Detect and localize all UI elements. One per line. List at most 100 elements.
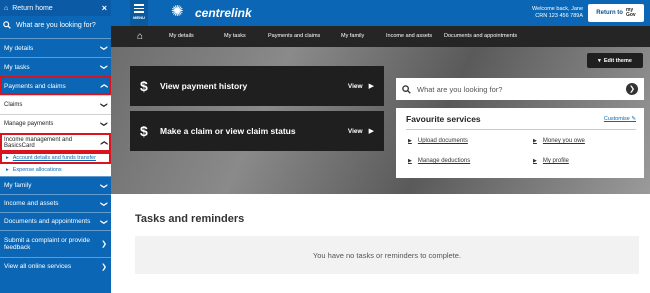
sidebar-link-expense-allocations[interactable]: ▸ Expense allocations [0, 164, 111, 176]
arrow-right-icon: ▶ [408, 138, 412, 144]
make-claim-tile[interactable]: $ Make a claim or view claim status View… [130, 111, 384, 151]
favourite-services-title: Favourite services [406, 114, 481, 124]
close-icon[interactable]: × [102, 3, 107, 13]
crn-line: CRN 123 456 789A [535, 13, 583, 19]
search-icon [402, 84, 411, 94]
nav-payments-and-claims[interactable]: Payments and claims [268, 33, 320, 39]
sidebar-menu: ⌂ Return home × What are you looking for… [0, 0, 111, 293]
welcome-line: Welcome back, Jane [532, 6, 583, 12]
chevron-down-icon: ❯ [100, 102, 108, 108]
fav-link-my-profile[interactable]: ▶ My profile [533, 158, 569, 164]
sidebar-item-label: Income management and BasicsCard [4, 137, 73, 149]
tile-view-label: View [347, 82, 363, 90]
sidebar-subitem-income-management[interactable]: Income management and BasicsCard ❯ [0, 133, 111, 152]
dollar-icon: $ [140, 78, 148, 94]
sidebar-link-label: Account details and funds transfer [12, 155, 96, 161]
chevron-down-icon: ❯ [100, 182, 108, 189]
home-icon: ⌂ [4, 4, 9, 12]
sidebar-item-label: My family [4, 182, 32, 189]
chevron-down-icon: ❯ [100, 45, 108, 51]
mygov-line2: Gov [625, 12, 636, 18]
chevron-down-icon: ▾ [598, 57, 601, 64]
sidebar-item-label: Documents and appointments [4, 218, 91, 225]
tasks-empty-message: You have no tasks or reminders to comple… [312, 250, 462, 260]
divider [406, 129, 636, 130]
search-icon [3, 21, 11, 29]
sidebar-search[interactable]: What are you looking for? [0, 16, 111, 34]
return-to-mygov-button[interactable]: Return to my Gov [588, 4, 644, 22]
nav-documents-and-appointments[interactable]: Documents and appointments [444, 33, 517, 39]
sidebar-item-label: My tasks [4, 63, 30, 71]
menu-label: MENU [133, 14, 145, 20]
favourite-services-card: Favourite services Customise ✎ ▶ Upload … [396, 108, 644, 178]
fav-link-manage-deductions[interactable]: ▶ Manage deductions [408, 158, 470, 164]
sidebar-item-label: Income and assets [4, 200, 59, 207]
fav-link-upload-documents[interactable]: ▶ Upload documents [408, 138, 468, 144]
customise-label: Customise [603, 116, 630, 122]
sidebar-link-label: Expense allocations [12, 167, 62, 173]
tile-label: Make a claim or view claim status [160, 126, 296, 136]
tile-view-label: View [347, 127, 363, 135]
arrow-right-icon: ▶ [368, 83, 374, 90]
brand-name: centrelink [195, 6, 252, 20]
top-header: MENU ✺ centrelink Welcome back, Jane CRN… [111, 0, 650, 26]
sidebar-link-account-details[interactable]: ▸ Account details and funds transfer [0, 152, 111, 164]
dollar-icon: $ [140, 123, 148, 139]
menu-button[interactable]: MENU [130, 0, 148, 26]
nav-my-details[interactable]: My details [169, 33, 194, 39]
return-home-label: Return home [12, 4, 53, 12]
edit-theme-label: Edit theme [603, 57, 632, 64]
fav-link-label: Money you owe [542, 138, 585, 144]
main-nav: ⌂ My details My tasks Payments and claim… [111, 26, 650, 47]
chevron-down-icon: ❯ [100, 200, 108, 207]
sidebar-subitem-claims[interactable]: Claims ❯ [0, 95, 111, 114]
sidebar-item-complaint[interactable]: Submit a complaint or provide feedback ❯ [0, 230, 111, 257]
fav-link-money-you-owe[interactable]: ▶ Money you owe [533, 138, 585, 144]
sidebar-item-my-family[interactable]: My family ❯ [0, 176, 111, 194]
customise-link[interactable]: Customise ✎ [604, 116, 636, 122]
nav-income-and-assets[interactable]: Income and assets [386, 33, 432, 39]
tasks-heading: Tasks and reminders [135, 213, 245, 225]
edit-theme-button[interactable]: ▾ Edit theme [587, 53, 643, 68]
chevron-down-icon: ❯ [100, 64, 108, 70]
sidebar-item-view-all[interactable]: View all online services ❯ [0, 257, 111, 275]
hamburger-icon [130, 4, 148, 13]
arrow-right-icon: ▶ [408, 158, 412, 164]
centrelink-logo-icon: ✺ [171, 3, 184, 20]
tile-label: View payment history [160, 81, 248, 91]
mygov-logo: my Gov [626, 8, 636, 18]
sidebar-item-payments-and-claims[interactable]: Payments and claims ❯ [0, 76, 111, 95]
sidebar-item-my-tasks[interactable]: My tasks ❯ [0, 57, 111, 76]
sidebar-item-label: Manage payments [4, 121, 54, 127]
return-home-bar[interactable]: ⌂ Return home × [0, 0, 111, 16]
view-payment-history-tile[interactable]: $ View payment history View ▶ [130, 66, 384, 106]
bullet-icon: ▸ [6, 155, 9, 161]
sidebar-item-label: My details [4, 44, 34, 52]
sidebar-item-documents[interactable]: Documents and appointments ❯ [0, 212, 111, 230]
fav-link-label: Upload documents [417, 138, 468, 144]
sidebar-subitem-manage-payments[interactable]: Manage payments ❯ [0, 114, 111, 133]
search-go-button[interactable]: ❯ [626, 83, 638, 95]
sidebar-item-label: View all online services [4, 263, 72, 270]
arrow-right-icon: ▶ [533, 138, 537, 144]
search-input[interactable]: What are you looking for? [417, 85, 626, 94]
nav-my-family[interactable]: My family [341, 33, 364, 39]
main-search[interactable]: What are you looking for? ❯ [396, 78, 644, 100]
nav-my-tasks[interactable]: My tasks [224, 33, 246, 39]
sidebar-item-my-details[interactable]: My details ❯ [0, 38, 111, 57]
pencil-icon: ✎ [631, 116, 636, 122]
sidebar-item-income-and-assets[interactable]: Income and assets ❯ [0, 194, 111, 212]
chevron-down-icon: ❯ [100, 121, 108, 127]
fav-link-label: My profile [542, 158, 569, 164]
chevron-down-icon: ❯ [100, 218, 108, 225]
home-icon[interactable]: ⌂ [137, 31, 143, 42]
chevron-right-icon: ❯ [101, 241, 107, 248]
sidebar-item-label: Claims [4, 102, 23, 108]
sidebar-item-label: Submit a complaint or provide feedback [4, 237, 90, 251]
chevron-up-icon: ❯ [101, 83, 109, 89]
return-label: Return to [596, 10, 623, 16]
chevron-up-icon: ❯ [101, 140, 109, 146]
sidebar-search-placeholder: What are you looking for? [16, 21, 96, 29]
arrow-right-icon: ▶ [533, 158, 537, 164]
bullet-icon: ▸ [6, 167, 9, 173]
